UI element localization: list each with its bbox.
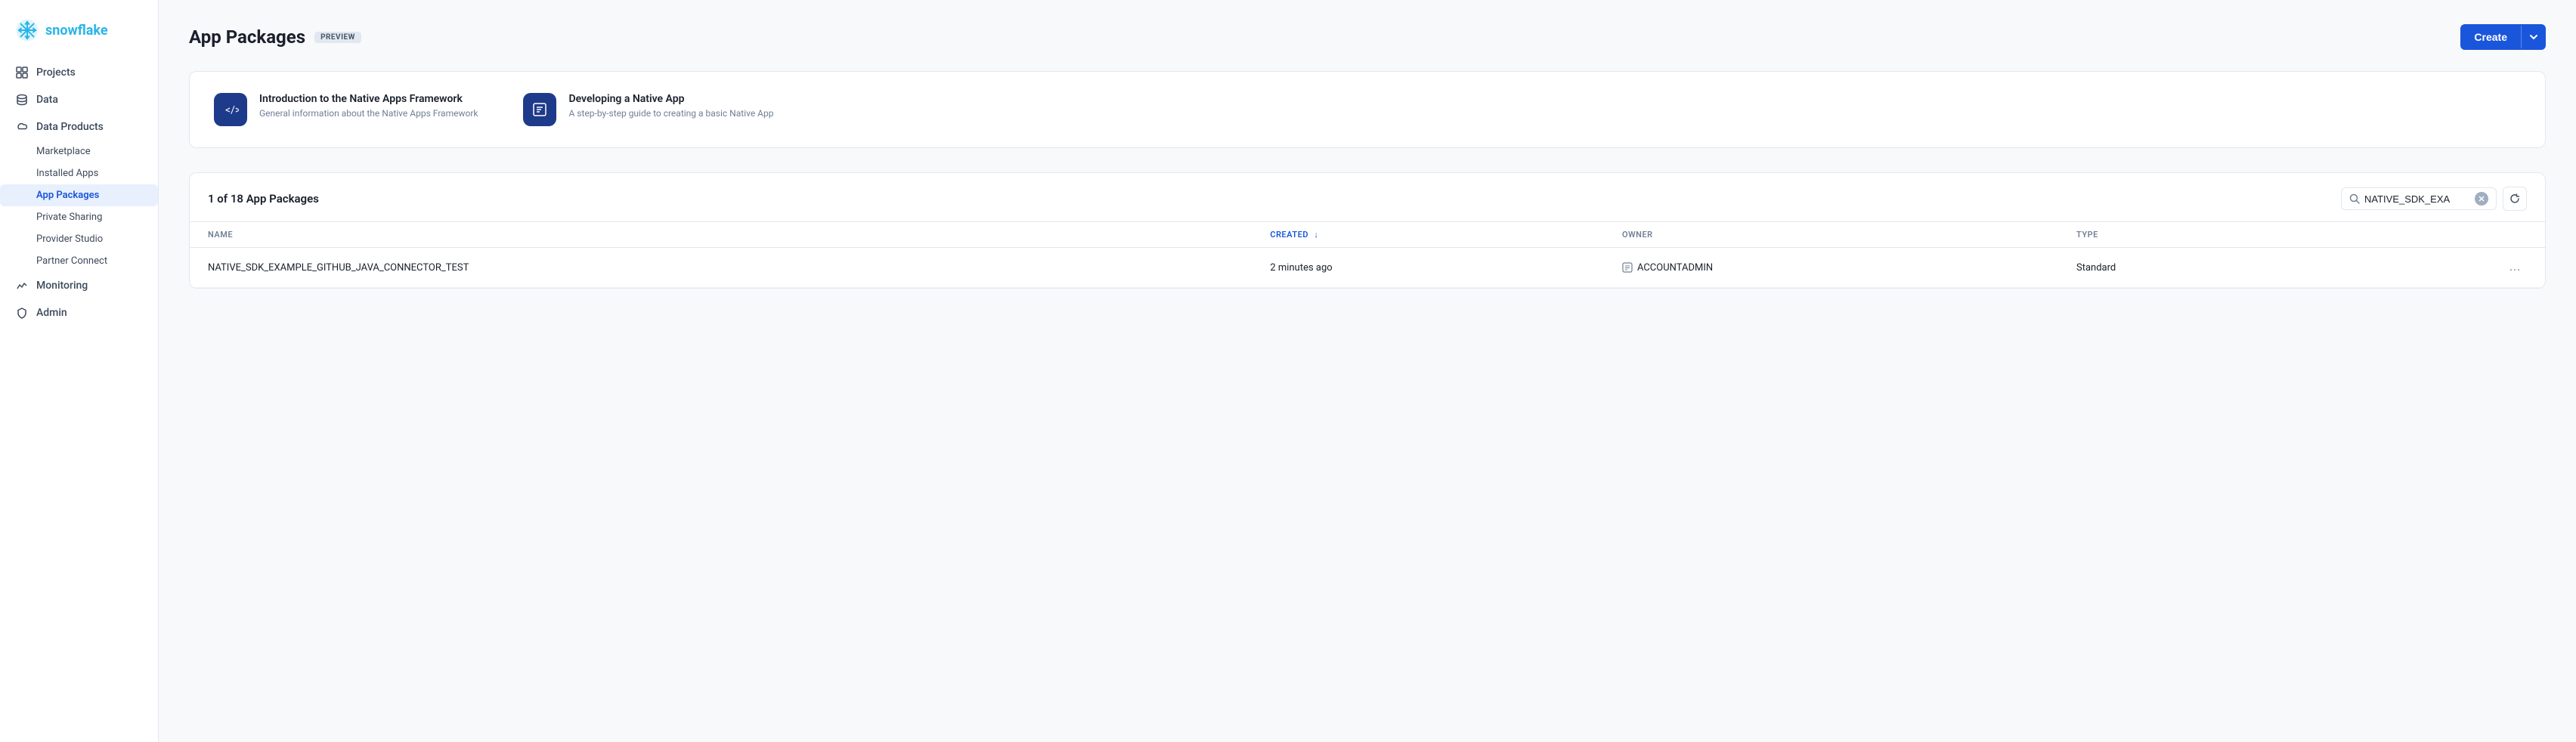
grid-icon — [15, 66, 29, 79]
sidebar-item-private-sharing[interactable]: Private Sharing — [0, 206, 158, 228]
page-header: App Packages PREVIEW Create — [189, 24, 2546, 50]
sidebar-item-data[interactable]: Data — [0, 86, 158, 113]
sidebar: snowflake Projects Data Data Products Ma… — [0, 0, 159, 742]
create-button[interactable]: Create — [2460, 24, 2546, 50]
search-wrapper — [2341, 187, 2497, 210]
refresh-icon — [2509, 193, 2520, 204]
native-apps-icon: </> — [214, 93, 247, 126]
svg-text:</>: </> — [225, 104, 239, 116]
sidebar-item-partner-connect[interactable]: Partner Connect — [0, 250, 158, 272]
close-icon — [2478, 196, 2485, 202]
row-actions: … — [2329, 248, 2545, 288]
search-icon — [2349, 193, 2360, 204]
table-summary: 1 of 18 App Packages — [208, 192, 319, 206]
sort-down-icon: ↓ — [1314, 230, 1318, 240]
logo-area: snowflake — [0, 12, 158, 57]
col-owner: OWNER — [1604, 222, 2058, 248]
info-card-developing-desc: A step-by-step guide to creating a basic… — [568, 108, 773, 119]
logo-text: snowflake — [45, 23, 108, 39]
snowflake-logo-icon — [15, 18, 39, 42]
col-actions — [2329, 222, 2545, 248]
developing-icon — [523, 93, 556, 126]
search-clear-button[interactable] — [2475, 192, 2488, 206]
chart-icon — [15, 279, 29, 292]
shield-icon — [15, 306, 29, 320]
info-card-developing[interactable]: Developing a Native App A step-by-step g… — [523, 93, 773, 126]
sidebar-item-projects[interactable]: Projects — [0, 59, 158, 86]
table-section: 1 of 18 App Packages NAME — [189, 172, 2546, 289]
sidebar-item-projects-label: Projects — [36, 66, 76, 79]
info-card-developing-body: Developing a Native App A step-by-step g… — [568, 93, 773, 119]
page-title-area: App Packages PREVIEW — [189, 26, 361, 48]
table-header: 1 of 18 App Packages — [190, 173, 2545, 222]
col-created-label: CREATED — [1270, 230, 1308, 240]
chevron-down-icon — [2529, 32, 2538, 42]
sidebar-item-provider-studio[interactable]: Provider Studio — [0, 228, 158, 250]
row-type: Standard — [2058, 248, 2329, 288]
row-created: 2 minutes ago — [1252, 248, 1604, 288]
sidebar-item-admin-label: Admin — [36, 307, 67, 319]
table-header-row: NAME CREATED ↓ OWNER TYPE — [190, 222, 2545, 248]
info-cards-container: </> Introduction to the Native Apps Fram… — [189, 71, 2546, 148]
col-owner-label: OWNER — [1622, 230, 1653, 240]
sidebar-item-app-packages[interactable]: App Packages — [0, 184, 158, 206]
info-card-native-apps-title: Introduction to the Native Apps Framewor… — [259, 93, 478, 105]
page-title: App Packages — [189, 26, 305, 48]
sidebar-section-main: Projects Data Data Products Marketplace … — [0, 57, 158, 328]
info-card-native-apps-desc: General information about the Native App… — [259, 108, 478, 119]
col-name-label: NAME — [208, 230, 233, 240]
sidebar-item-app-packages-label: App Packages — [36, 190, 99, 201]
create-button-chevron[interactable] — [2521, 26, 2546, 48]
col-type-label: TYPE — [2076, 230, 2098, 240]
search-input[interactable] — [2364, 193, 2470, 205]
col-created[interactable]: CREATED ↓ — [1252, 222, 1604, 248]
sidebar-item-marketplace[interactable]: Marketplace — [0, 141, 158, 162]
sidebar-item-installed-apps-label: Installed Apps — [36, 168, 98, 179]
sidebar-item-data-products[interactable]: Data Products — [0, 113, 158, 141]
sidebar-item-data-products-label: Data Products — [36, 121, 104, 133]
packages-table: NAME CREATED ↓ OWNER TYPE — [190, 222, 2545, 288]
info-card-developing-title: Developing a Native App — [568, 93, 773, 105]
info-card-native-apps[interactable]: </> Introduction to the Native Apps Fram… — [214, 93, 478, 126]
col-name: NAME — [190, 222, 1252, 248]
table-actions — [2341, 187, 2527, 211]
preview-badge: PREVIEW — [314, 32, 361, 43]
row-menu-button[interactable]: … — [2503, 258, 2527, 277]
col-type: TYPE — [2058, 222, 2329, 248]
sidebar-item-data-label: Data — [36, 94, 58, 106]
database-icon — [15, 93, 29, 107]
sidebar-item-private-sharing-label: Private Sharing — [36, 212, 102, 223]
row-name: NATIVE_SDK_EXAMPLE_GITHUB_JAVA_CONNECTOR… — [190, 248, 1252, 288]
info-card-native-apps-body: Introduction to the Native Apps Framewor… — [259, 93, 478, 119]
sidebar-item-monitoring-label: Monitoring — [36, 280, 88, 292]
sidebar-item-provider-studio-label: Provider Studio — [36, 233, 103, 245]
row-owner: ACCOUNTADMIN — [1604, 248, 2058, 288]
row-owner-name: ACCOUNTADMIN — [1637, 262, 1713, 274]
sidebar-item-partner-connect-label: Partner Connect — [36, 255, 107, 267]
table-row: NATIVE_SDK_EXAMPLE_GITHUB_JAVA_CONNECTOR… — [190, 248, 2545, 288]
owner-icon — [1622, 262, 1633, 273]
cloud-icon — [15, 120, 29, 134]
sidebar-item-admin[interactable]: Admin — [0, 299, 158, 326]
sidebar-item-marketplace-label: Marketplace — [36, 146, 91, 157]
create-button-label: Create — [2460, 24, 2521, 50]
sidebar-item-monitoring[interactable]: Monitoring — [0, 272, 158, 299]
sidebar-item-installed-apps[interactable]: Installed Apps — [0, 162, 158, 184]
refresh-button[interactable] — [2503, 187, 2527, 211]
main-content: App Packages PREVIEW Create </> Introduc… — [159, 0, 2576, 742]
